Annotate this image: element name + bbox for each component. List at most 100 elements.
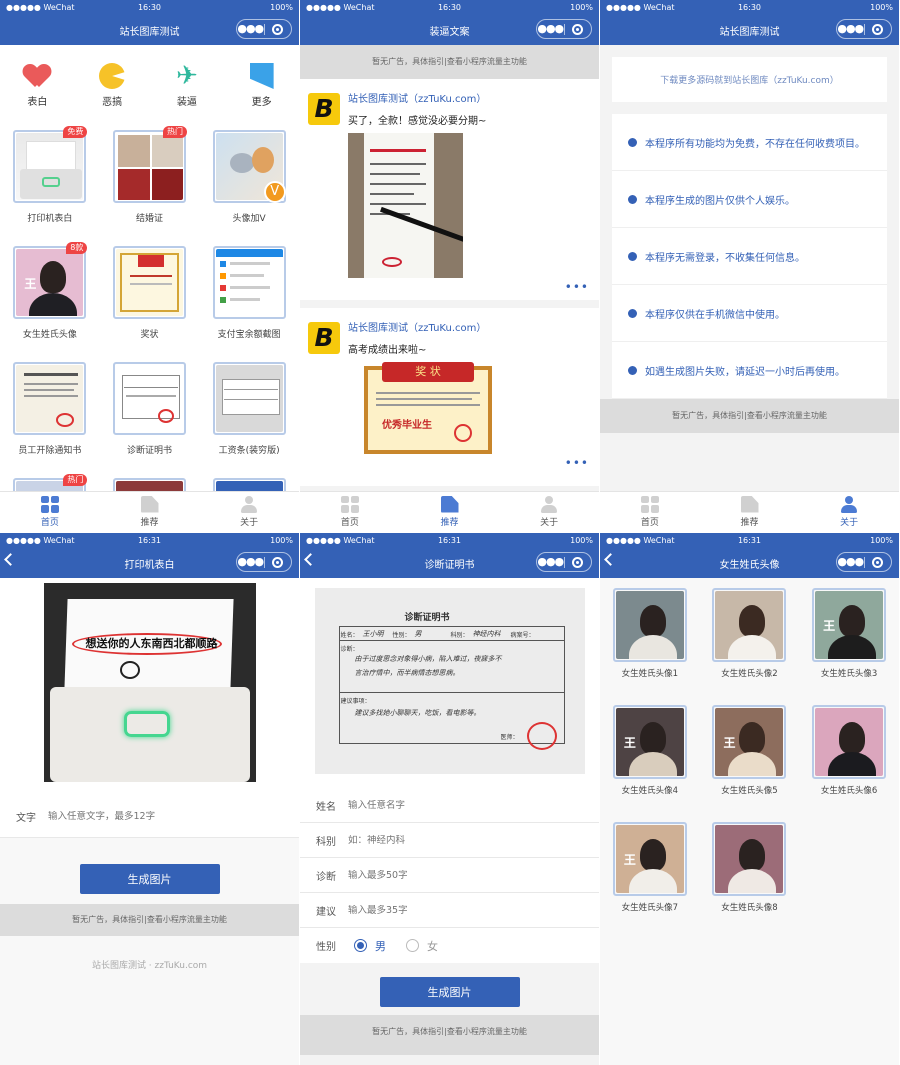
tab-home[interactable]: 首页 <box>600 492 700 531</box>
category-more[interactable]: 更多 <box>224 63 299 120</box>
close-target-icon[interactable] <box>265 556 292 568</box>
avatar-caption: 女生姓氏头像4 <box>621 786 679 796</box>
carrier-label: ●●●●● WeChat <box>606 3 675 12</box>
close-target-icon[interactable] <box>565 23 592 35</box>
capsule-menu[interactable]: ●●● <box>836 19 892 39</box>
tile-label: 员工开除通知书 <box>18 446 82 456</box>
printer-preview-image: 想送你的人东南西北都顺路 <box>43 583 256 782</box>
gender-male-radio[interactable]: 男 <box>354 938 386 954</box>
ad-banner[interactable]: 暂无广告，具体指引|查看小程序流量主功能 <box>300 1015 599 1055</box>
tile-printer[interactable]: 免费 打印机表白 <box>0 126 100 246</box>
doc-field: 病案号： <box>510 632 535 639</box>
ad-banner[interactable]: 暂无广告，具体指引|查看小程序流量主功能 <box>300 45 599 79</box>
recommend-icon <box>140 495 159 513</box>
avatar-caption: 女生姓氏头像7 <box>621 903 679 913</box>
avatar-caption: 女生姓氏头像2 <box>721 669 778 679</box>
screenshot-collage: ●●●●● WeChat 16:30 100% 站长图库测试 ●●● 表白 恶搞… <box>0 0 900 1065</box>
about-icon <box>240 495 258 513</box>
more-dots-icon[interactable]: ●●● <box>837 553 864 571</box>
preview-area: 诊断证明书 姓名： 王小明 性别： 男 科别： 神经内科 病案号： 诊断： 由于… <box>300 578 599 788</box>
more-dots-icon[interactable]: ●●● <box>837 20 864 38</box>
generate-button[interactable]: 生成图片 <box>79 864 220 894</box>
close-target-icon[interactable] <box>865 23 892 35</box>
avatar-item[interactable]: 王女生姓氏头像3 <box>799 588 899 705</box>
tile-alipay[interactable]: 支付宝余额截图 <box>199 246 299 362</box>
tab-recommend[interactable]: 推荐 <box>400 492 500 531</box>
capsule-menu[interactable]: ●●● <box>536 552 592 572</box>
close-target-icon[interactable] <box>565 556 592 568</box>
back-arrow-icon[interactable] <box>304 553 317 566</box>
tile-award[interactable]: 奖状 <box>100 246 200 362</box>
home-icon <box>340 495 359 513</box>
tab-label: 首页 <box>640 517 659 528</box>
gender-female-radio[interactable]: 女 <box>406 938 438 954</box>
notice-item: 本程序所有功能均为免费，不存在任何收费项目。 <box>612 114 887 171</box>
post-author[interactable]: 站长图库测试（zzTuKu.com） <box>348 93 589 107</box>
capsule-menu[interactable]: ●●● <box>236 19 292 39</box>
ad-banner[interactable]: 暂无广告，具体指引|查看小程序流量主功能 <box>0 904 299 936</box>
avatar-item[interactable]: 王女生姓氏头像5 <box>700 705 800 822</box>
tab-home[interactable]: 首页 <box>300 492 400 531</box>
tab-home[interactable]: 首页 <box>0 492 100 531</box>
tab-about[interactable]: 关于 <box>799 492 899 531</box>
diagnosis-input[interactable] <box>348 869 548 881</box>
avatar-item[interactable]: 女生姓氏头像2 <box>700 588 800 705</box>
capsule-menu[interactable]: ●●● <box>836 552 892 572</box>
more-dots-icon[interactable]: ●●● <box>537 20 564 38</box>
name-input[interactable] <box>348 799 548 811</box>
battery-label: 100% <box>570 536 593 545</box>
avatar-caption: 女生姓氏头像1 <box>621 669 679 679</box>
receipt-image[interactable] <box>348 133 463 278</box>
download-link[interactable]: 下载更多源码就到站长图库（zzTuKu.com） <box>612 57 887 102</box>
tile-surname-avatar[interactable]: 王 8款 女生姓氏头像 <box>0 242 100 362</box>
feed-screen: ●●●●● WeChat 16:30 100% 装逼文案 ●●● 暂无广告，具体… <box>300 0 599 531</box>
close-target-icon[interactable] <box>865 556 892 568</box>
tab-about[interactable]: 关于 <box>499 492 599 531</box>
more-dots-icon[interactable]: ●●● <box>237 553 264 571</box>
avatar-caption: 女生姓氏头像5 <box>721 786 778 796</box>
ad-banner[interactable]: 暂无广告，具体指引|查看小程序流量主功能 <box>600 399 899 433</box>
battery-label: 100% <box>870 3 893 12</box>
certificate-image[interactable]: 奖 状 优秀毕业生 <box>364 362 492 454</box>
battery-label: 100% <box>570 3 593 12</box>
dept-input[interactable] <box>348 834 548 846</box>
battery-label: 100% <box>270 536 293 545</box>
more-dots-icon[interactable]: ●●● <box>237 20 264 38</box>
more-options-icon[interactable]: ••• <box>308 280 589 294</box>
avatar-item[interactable]: 王女生姓氏头像7 <box>600 822 700 939</box>
category-prank[interactable]: 恶搞 <box>75 63 150 120</box>
generate-button[interactable]: 生成图片 <box>379 977 520 1007</box>
tab-about[interactable]: 关于 <box>199 492 299 531</box>
tile-diagnosis[interactable]: 诊断证明书 <box>100 362 200 478</box>
battery-label: 100% <box>870 536 893 545</box>
close-target-icon[interactable] <box>265 23 292 35</box>
tile-salary[interactable]: 工资条(装穷版) <box>199 362 299 478</box>
back-arrow-icon[interactable] <box>4 553 17 566</box>
page-title: 站长图库测试 <box>719 26 780 38</box>
tab-bar: 首页 推荐 关于 <box>300 491 599 531</box>
back-arrow-icon[interactable] <box>604 553 617 566</box>
text-input[interactable] <box>48 811 248 822</box>
tab-recommend[interactable]: 推荐 <box>700 492 800 531</box>
tab-recommend[interactable]: 推荐 <box>100 492 200 531</box>
category-love[interactable]: 表白 <box>0 63 75 120</box>
capsule-menu[interactable]: ●●● <box>536 19 592 39</box>
tile-marriage[interactable]: 热门 结婚证 <box>100 126 200 246</box>
avatar-item[interactable]: 女生姓氏头像6 <box>799 705 899 822</box>
avatar-item[interactable]: 女生姓氏头像1 <box>600 588 700 705</box>
tile-label: 奖状 <box>140 330 159 340</box>
advice-input[interactable] <box>348 904 548 916</box>
avatar-item[interactable]: 女生姓氏头像8 <box>700 822 800 939</box>
post-author[interactable]: 站长图库测试（zzTuKu.com） <box>348 322 589 336</box>
nav-bar: 装逼文案 ●●● <box>300 15 599 45</box>
badge: 8款 <box>66 242 88 254</box>
printer-screen: ●●●●● WeChat 16:31 100% 打印机表白 ●●● 想送你的人东… <box>0 533 299 1065</box>
page-title: 站长图库测试 <box>119 26 180 38</box>
capsule-menu[interactable]: ●●● <box>236 552 292 572</box>
category-showoff[interactable]: ✈ 装逼 <box>150 63 225 120</box>
more-options-icon[interactable]: ••• <box>308 456 589 470</box>
tile-avatar-v[interactable]: V 头像加V <box>199 130 299 246</box>
more-dots-icon[interactable]: ●●● <box>537 553 564 571</box>
avatar-item[interactable]: 王女生姓氏头像4 <box>600 705 700 822</box>
tile-dismissal[interactable]: 员工开除通知书 <box>0 362 100 478</box>
